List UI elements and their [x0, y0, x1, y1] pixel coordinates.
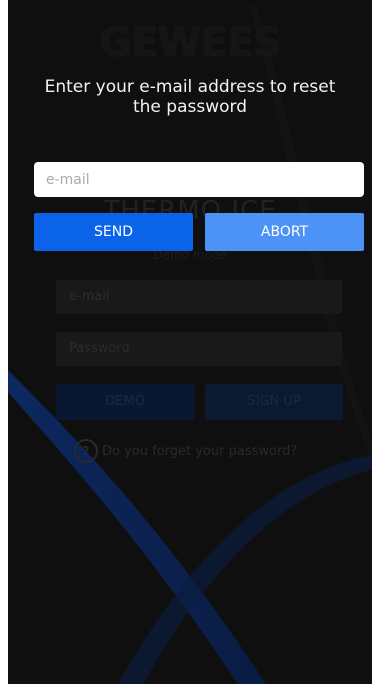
reset-password-title: Enter your e-mail address to reset the p…	[44, 77, 336, 117]
abort-button[interactable]: ABORT	[205, 213, 364, 251]
background-password-field: Password	[56, 332, 342, 366]
reset-email-input[interactable]	[34, 162, 364, 197]
background-logo: GEWEES	[99, 20, 282, 66]
forgot-password-text: Do you forget your password?	[102, 443, 298, 459]
background-signup-button: SIGN UP	[205, 384, 343, 420]
question-circle-icon: ?	[74, 439, 98, 463]
send-button[interactable]: SEND	[34, 213, 193, 251]
app-screen: GEWEES THERMO ICE Demo mode e-mail Passw…	[8, 0, 372, 684]
background-email-field: e-mail	[56, 280, 342, 314]
background-forgot-password-link: ? Do you forget your password?	[74, 438, 297, 464]
background-demo-button: DEMO	[56, 384, 194, 420]
